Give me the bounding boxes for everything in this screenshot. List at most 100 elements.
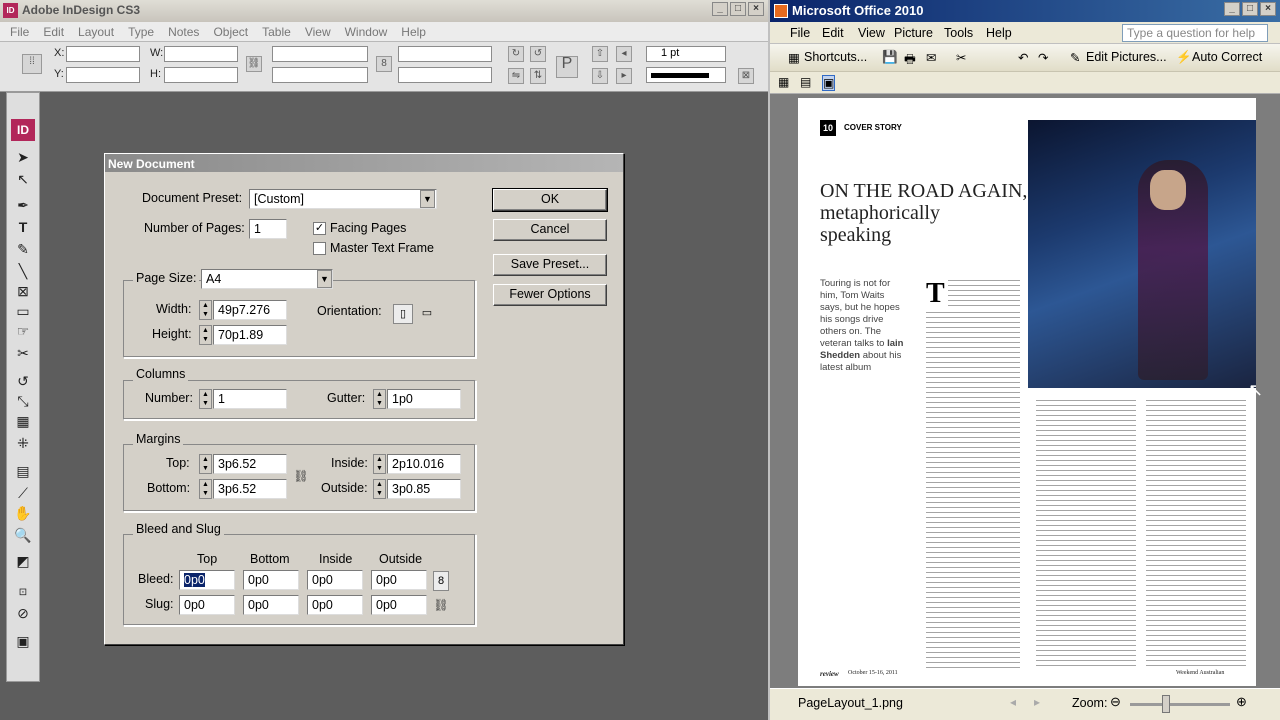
scale-y-field[interactable]: [272, 67, 368, 83]
rectangle-tool-icon[interactable]: ▭: [12, 301, 34, 321]
zoom-slider[interactable]: [1130, 703, 1230, 706]
close-icon[interactable]: ×: [748, 2, 764, 16]
master-text-checkbox[interactable]: [313, 242, 326, 255]
page-size-select[interactable]: A4: [201, 269, 333, 289]
height-field[interactable]: 70p1.89: [213, 325, 287, 345]
fill-stroke-icon[interactable]: ◩: [12, 551, 34, 571]
line-tool-icon[interactable]: ╲: [12, 261, 34, 281]
hand-tool-icon[interactable]: ✋: [12, 503, 34, 523]
view-mode-icon[interactable]: ▣: [12, 631, 34, 651]
scale-tool-icon[interactable]: ⤡: [12, 391, 34, 411]
minimize-icon[interactable]: _: [1224, 2, 1240, 16]
landscape-icon[interactable]: ▭: [417, 304, 437, 324]
bleed-top-field[interactable]: 0p0: [179, 570, 235, 590]
ok-button[interactable]: OK: [492, 188, 608, 212]
slug-bottom-field[interactable]: 0p0: [243, 595, 299, 615]
number-stepper[interactable]: ▲ ▼: [199, 389, 212, 409]
shortcuts-button[interactable]: Shortcuts...: [804, 50, 867, 64]
margin-bottom-field[interactable]: 3p6.52: [213, 479, 287, 499]
height-stepper[interactable]: ▲ ▼: [199, 325, 212, 345]
selection-tool-icon[interactable]: ➤: [12, 147, 34, 167]
menu-window[interactable]: Window: [345, 25, 388, 39]
columns-number-field[interactable]: 1: [213, 389, 287, 409]
eyedropper-tool-icon[interactable]: ⟋: [12, 483, 34, 503]
fewer-options-button[interactable]: Fewer Options: [493, 284, 607, 306]
menu-picture[interactable]: Picture: [894, 26, 933, 40]
bottom-stepper[interactable]: ▲ ▼: [199, 479, 212, 499]
edit-pictures-button[interactable]: Edit Pictures...: [1086, 50, 1167, 64]
menu-tools[interactable]: Tools: [944, 26, 973, 40]
zoom-slider-thumb[interactable]: [1162, 695, 1170, 713]
zoom-in-icon[interactable]: ⊕: [1236, 694, 1247, 710]
top-stepper[interactable]: ▲ ▼: [199, 454, 212, 474]
p-reference-icon[interactable]: P: [556, 56, 578, 78]
menu-notes[interactable]: Notes: [168, 25, 199, 39]
menu-view[interactable]: View: [858, 26, 885, 40]
help-search-input[interactable]: Type a question for help: [1122, 24, 1268, 42]
margin-outside-field[interactable]: 3p0.85: [387, 479, 461, 499]
rotate-right-icon[interactable]: ↷: [1038, 50, 1048, 65]
bleed-bottom-field[interactable]: 0p0: [243, 570, 299, 590]
chevron-down-icon[interactable]: ▼: [420, 190, 435, 208]
menu-type[interactable]: Type: [128, 25, 154, 39]
link-slug-icon[interactable]: ⛓: [433, 595, 449, 615]
zoom-tool-icon[interactable]: 🔍: [12, 525, 34, 545]
rotate-cw-icon[interactable]: ↻: [508, 46, 524, 62]
menu-view[interactable]: View: [305, 25, 331, 39]
link-bleed-icon[interactable]: 8: [433, 571, 449, 591]
rotate-ccw-icon[interactable]: ↺: [530, 46, 546, 62]
flip-h-icon[interactable]: ⇋: [508, 68, 524, 84]
gutter-stepper[interactable]: ▲ ▼: [373, 389, 386, 409]
select-container-icon[interactable]: ⇧: [592, 46, 608, 62]
stroke-type-select[interactable]: [646, 67, 726, 83]
single-view-icon[interactable]: ▣: [822, 75, 836, 91]
menu-edit[interactable]: Edit: [822, 26, 844, 40]
rotation-field[interactable]: [398, 46, 492, 62]
slug-top-field[interactable]: 0p0: [179, 595, 235, 615]
free-transform-tool-icon[interactable]: ⁜: [12, 433, 34, 453]
cut-icon[interactable]: ✂: [956, 50, 966, 65]
minimize-icon[interactable]: _: [712, 2, 728, 16]
scissors-tool-icon[interactable]: ✂: [12, 343, 34, 363]
cancel-button[interactable]: Cancel: [493, 219, 607, 241]
thumbnail-view-icon[interactable]: ▦: [778, 75, 789, 89]
stroke-weight-field[interactable]: 1 pt: [646, 46, 726, 62]
w-field[interactable]: [164, 46, 238, 62]
slug-inside-field[interactable]: 0p0: [307, 595, 363, 615]
constrain-icon[interactable]: ⛓: [246, 56, 262, 72]
next-object-icon[interactable]: ▸: [616, 68, 632, 84]
type-tool-icon[interactable]: T: [12, 217, 34, 237]
button-tool-icon[interactable]: ☞: [12, 321, 34, 341]
outside-stepper[interactable]: ▲ ▼: [373, 479, 386, 499]
shear-field[interactable]: [398, 67, 492, 83]
save-icon[interactable]: 💾: [882, 50, 898, 65]
h-field[interactable]: [164, 67, 238, 83]
menu-edit[interactable]: Edit: [43, 25, 64, 39]
auto-correct-button[interactable]: Auto Correct: [1192, 50, 1262, 64]
bleed-outside-field[interactable]: 0p0: [371, 570, 427, 590]
note-tool-icon[interactable]: ▤: [12, 461, 34, 481]
reference-point-icon[interactable]: ⁞⁞: [22, 54, 42, 74]
print-icon[interactable]: 🖶: [904, 50, 916, 71]
menu-object[interactable]: Object: [213, 25, 248, 39]
menu-help[interactable]: Help: [986, 26, 1012, 40]
x-field[interactable]: [66, 46, 140, 62]
menu-table[interactable]: Table: [262, 25, 291, 39]
width-stepper[interactable]: ▲ ▼: [199, 300, 212, 320]
margin-inside-field[interactable]: 2p10.016: [387, 454, 461, 474]
lock-icon[interactable]: 8: [376, 56, 392, 72]
zoom-out-icon[interactable]: ⊖: [1110, 694, 1121, 710]
select-content-icon[interactable]: ⇩: [592, 68, 608, 84]
gutter-field[interactable]: 1p0: [387, 389, 461, 409]
flip-v-icon[interactable]: ⇅: [530, 68, 546, 84]
pen-tool-icon[interactable]: ✒: [12, 195, 34, 215]
gradient-tool-icon[interactable]: ▦: [12, 411, 34, 431]
chevron-down-icon[interactable]: ▼: [317, 270, 332, 288]
scale-x-field[interactable]: [272, 46, 368, 62]
formatting-icon[interactable]: ⊡: [12, 583, 34, 603]
menu-help[interactable]: Help: [401, 25, 426, 39]
email-icon[interactable]: ✉: [926, 50, 936, 65]
bleed-inside-field[interactable]: 0p0: [307, 570, 363, 590]
menu-file[interactable]: File: [790, 26, 810, 40]
maximize-icon[interactable]: □: [1242, 2, 1258, 16]
